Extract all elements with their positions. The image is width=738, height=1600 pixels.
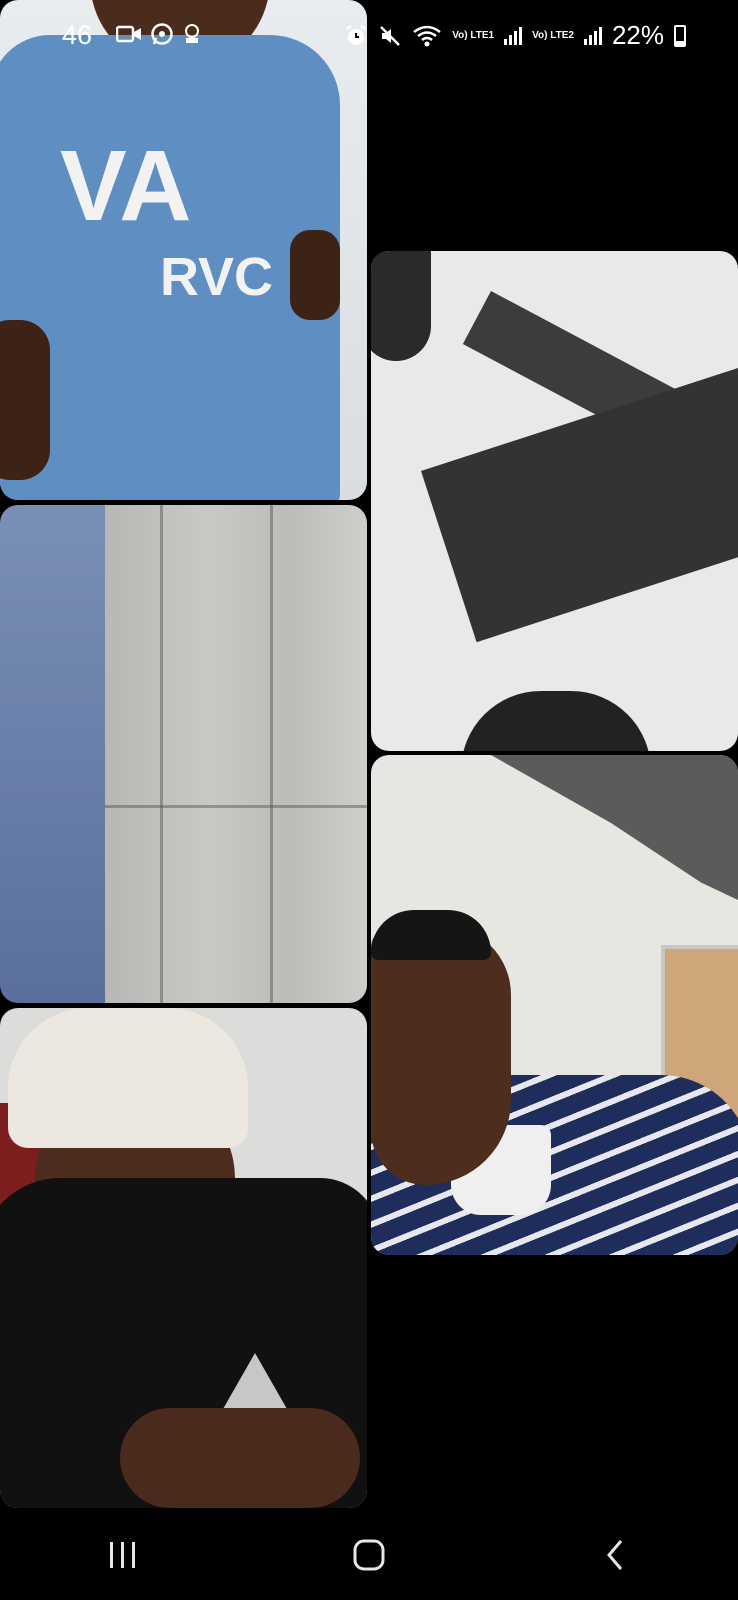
wall-seam (160, 505, 163, 1003)
participant-hands (120, 1408, 360, 1508)
sim1-lte-label: Vo) LTE1 (452, 30, 495, 41)
participant-tile-bottom-right[interactable] (371, 755, 738, 1255)
shirt-logo-top: VA (60, 140, 192, 242)
participant-arm (290, 230, 340, 320)
video-camera-icon (116, 25, 141, 43)
participant-face (371, 925, 511, 1185)
participant-tile-bottom-left[interactable] (0, 1008, 367, 1508)
notification-icons (116, 22, 202, 46)
back-button[interactable] (575, 1525, 655, 1585)
wall-seam (270, 505, 273, 1003)
battery-icon (674, 24, 686, 47)
mute-icon (380, 25, 401, 46)
alarm-icon (346, 24, 366, 45)
sim1-signal-icon (504, 26, 523, 45)
wall-seam (105, 805, 367, 808)
participant-tile-top-left[interactable]: VA RVC (0, 0, 367, 500)
navigation-bar (0, 1510, 738, 1600)
app-notification-icon (185, 24, 199, 43)
status-bar: 46 Vo) LTE1 Vo) LTE2 22% (0, 0, 738, 70)
participant-head (461, 691, 651, 751)
participant-arm (0, 320, 50, 480)
wifi-icon (413, 25, 441, 46)
ceiling-beam (421, 365, 738, 643)
whatsapp-icon (151, 23, 173, 45)
recent-apps-icon (110, 1542, 135, 1568)
recent-apps-button[interactable] (83, 1525, 163, 1585)
shirt-logo-bottom: RVC (160, 247, 273, 307)
participant-hair (371, 910, 491, 960)
blue-wall (0, 505, 105, 1003)
participant-tile-middle-left[interactable] (0, 505, 367, 1003)
shirt-logo: VA RVC (60, 140, 273, 307)
system-status-icons: Vo) LTE1 Vo) LTE2 22% (344, 20, 686, 51)
participant-beanie (8, 1008, 248, 1148)
status-time: 46 (62, 20, 93, 50)
home-button[interactable] (329, 1525, 409, 1585)
participant-tile-top-right[interactable] (371, 251, 738, 751)
battery-percentage: 22% (611, 20, 664, 50)
ceiling-beam (491, 755, 738, 925)
concrete-wall (105, 505, 367, 1003)
sim2-signal-icon (583, 26, 602, 45)
ceiling-lamp (371, 251, 431, 361)
home-icon (353, 1539, 385, 1571)
back-icon (607, 1540, 623, 1570)
sim2-lte-label: Vo) LTE2 (532, 30, 574, 41)
